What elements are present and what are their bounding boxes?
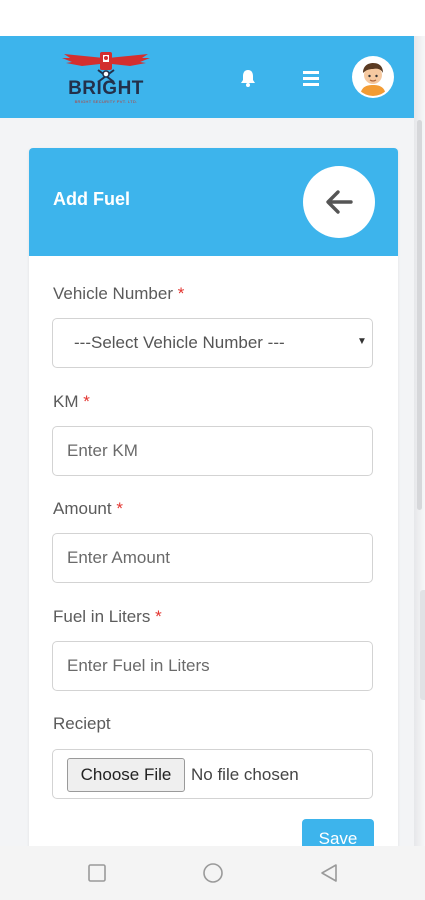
file-status: No file chosen xyxy=(191,765,299,784)
add-fuel-card: Add Fuel Vehicle Number * ---Select Vehi… xyxy=(29,148,398,868)
receipt-file-field: Choose File No file chosen xyxy=(52,749,373,799)
fuel-liters-input[interactable] xyxy=(53,642,372,690)
user-avatar-icon xyxy=(354,58,392,96)
arrow-left-icon xyxy=(326,190,353,214)
required-mark: * xyxy=(177,284,185,303)
vehicle-number-select[interactable]: ---Select Vehicle Number --- ▼ xyxy=(52,318,373,368)
system-navigation-bar xyxy=(0,846,425,900)
back-button[interactable] xyxy=(303,166,375,238)
amount-label: Amount * xyxy=(53,499,123,519)
card-header: Add Fuel xyxy=(29,148,398,256)
choose-file-button[interactable]: Choose File xyxy=(67,758,185,792)
logo-wings-icon xyxy=(62,52,150,82)
fuel-liters-label: Fuel in Liters * xyxy=(53,607,162,627)
profile-avatar[interactable] xyxy=(354,58,392,96)
vehicle-number-selected: ---Select Vehicle Number --- xyxy=(74,333,285,352)
app-header: BRIGHT BRIGHT SECURITY PVT. LTD. xyxy=(0,36,414,118)
km-input[interactable] xyxy=(53,427,372,475)
home-circle-icon[interactable] xyxy=(202,862,224,884)
amount-input[interactable] xyxy=(53,534,372,582)
status-bar xyxy=(0,0,425,36)
logo-tagline: BRIGHT SECURITY PVT. LTD. xyxy=(74,99,138,104)
km-label-text: KM xyxy=(53,392,79,411)
company-logo[interactable]: BRIGHT BRIGHT SECURITY PVT. LTD. xyxy=(60,48,152,106)
required-mark: * xyxy=(116,499,123,518)
required-mark: * xyxy=(83,392,90,411)
chevron-down-icon: ▼ xyxy=(357,336,367,347)
vehicle-number-label-text: Vehicle Number xyxy=(53,284,174,303)
scrollbar-thumb[interactable] xyxy=(417,120,422,510)
back-triangle-icon[interactable] xyxy=(318,862,340,884)
km-field xyxy=(52,426,373,476)
recents-square-icon[interactable] xyxy=(86,862,108,884)
required-mark: * xyxy=(155,607,162,626)
receipt-label: Reciept xyxy=(53,714,111,733)
fuel-liters-label-text: Fuel in Liters xyxy=(53,607,151,626)
fuel-liters-field xyxy=(52,641,373,691)
bell-icon[interactable] xyxy=(238,68,258,88)
hamburger-menu-icon[interactable] xyxy=(301,68,321,88)
vehicle-number-label: Vehicle Number * xyxy=(53,284,184,304)
amount-field xyxy=(52,533,373,583)
amount-label-text: Amount xyxy=(53,499,112,518)
logo-name: BRIGHT xyxy=(68,78,144,99)
km-label: KM * xyxy=(53,392,90,412)
page-title: Add Fuel xyxy=(53,189,130,209)
edge-panel-handle[interactable] xyxy=(420,590,425,700)
